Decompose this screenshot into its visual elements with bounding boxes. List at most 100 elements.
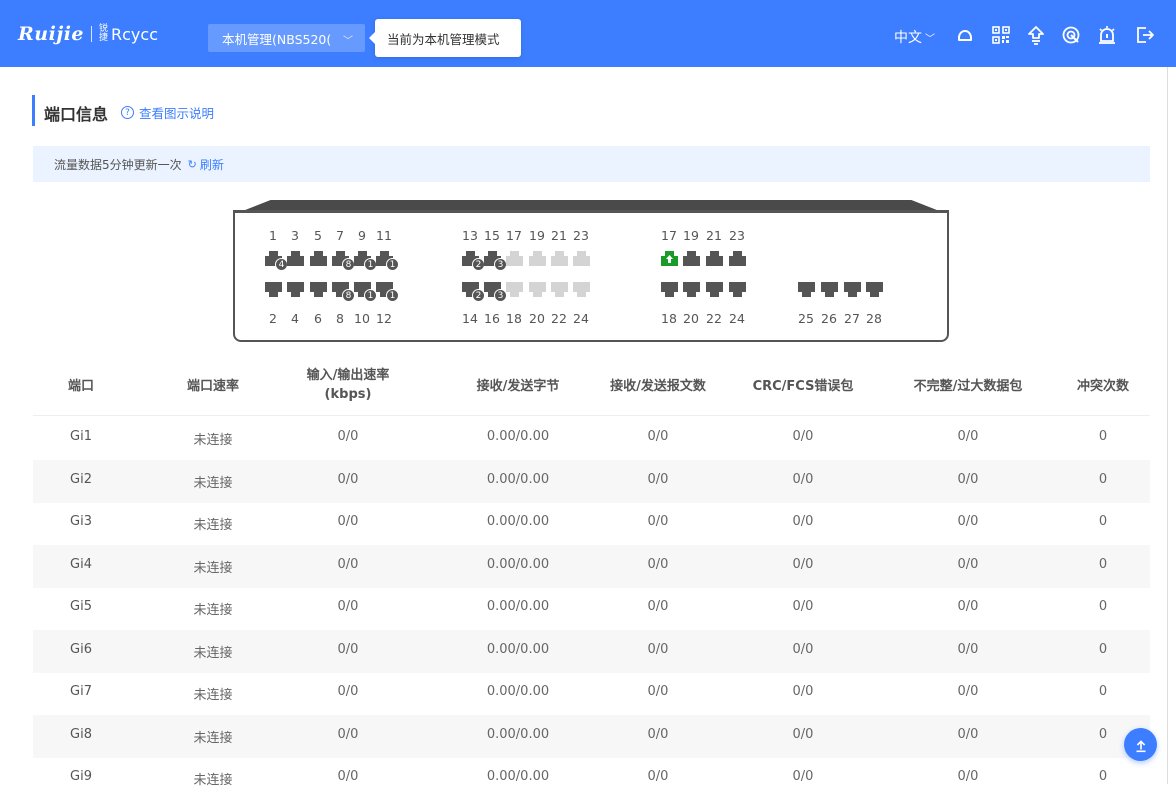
column-header-crc: CRC/FCS错误包 <box>752 379 854 394</box>
switch-port[interactable] <box>528 250 547 267</box>
switch-port[interactable] <box>728 250 747 267</box>
cell-rate: 0/0 <box>337 769 359 784</box>
cell-port: Gi1 <box>70 429 92 444</box>
cell-crc: 0/0 <box>792 429 814 444</box>
switch-port[interactable] <box>705 281 724 298</box>
cell-crc: 0/0 <box>792 641 814 657</box>
logo: Ruijie 锐捷 Rcycc <box>18 22 158 46</box>
cell-bytes: 0.00/0.00 <box>486 641 550 657</box>
cell-packets: 0/0 <box>647 599 669 614</box>
port-label-bottom: 20 <box>529 311 545 326</box>
cell-packets: 0/0 <box>647 726 669 742</box>
cell-oversize: 0/0 <box>957 556 979 572</box>
cell-crc: 0/0 <box>792 471 814 487</box>
cell-rate: 0/0 <box>337 726 359 742</box>
refresh-button[interactable]: ↻ 刷新 <box>188 156 224 173</box>
logout-icon[interactable] <box>1135 25 1155 45</box>
cell-collisions: 0 <box>1098 769 1108 784</box>
cell-rate: 0/0 <box>337 556 359 572</box>
table-row: Gi3 未连接 0/0 0.00/0.00 0/0 0/0 0/0 0 <box>33 502 1150 545</box>
switch-port[interactable] <box>309 281 328 298</box>
switch-port[interactable] <box>728 281 747 298</box>
switch-port[interactable] <box>682 281 701 298</box>
switch-port[interactable] <box>682 250 701 267</box>
cell-packets: 0/0 <box>647 471 669 487</box>
port-label-top: 9 <box>358 228 366 243</box>
cell-rate: 0/0 <box>337 599 359 614</box>
switch-port[interactable] <box>797 281 816 298</box>
cell-port: Gi9 <box>70 769 92 784</box>
mode-tooltip: 当前为本机管理模式 <box>369 19 521 57</box>
table-row: Gi5 未连接 0/0 0.00/0.00 0/0 0/0 0/0 0 <box>33 587 1150 630</box>
cell-port: Gi2 <box>70 471 92 487</box>
switch-port[interactable] <box>865 281 884 298</box>
cell-rate: 0/0 <box>337 429 359 444</box>
top-header: Ruijie 锐捷 Rcycc 本机管理(NBS520( ﹀ 当前为本机管理模式… <box>0 0 1176 67</box>
cell-speed: 未连接 <box>193 475 233 491</box>
back-to-top-button[interactable] <box>1124 728 1157 761</box>
chevron-down-icon: ﹀ <box>925 34 935 45</box>
cell-speed: 未连接 <box>193 730 233 746</box>
cell-collisions: 0 <box>1098 429 1108 444</box>
cell-oversize: 0/0 <box>957 684 979 699</box>
cell-collisions: 0 <box>1098 684 1108 699</box>
language-select[interactable]: 中文 ﹀ <box>894 27 935 47</box>
qrcode-icon[interactable] <box>991 25 1011 45</box>
switch-port[interactable] <box>264 281 283 298</box>
port-badge: 1 <box>386 289 399 302</box>
cell-speed: 未连接 <box>193 560 233 576</box>
port-label-top: 19 <box>529 228 545 243</box>
switch-port[interactable] <box>286 281 305 298</box>
sub-brand-mark: 锐捷 <box>99 24 109 43</box>
switch-port[interactable] <box>572 250 591 267</box>
port-label-bottom: 18 <box>506 311 522 326</box>
cell-speed: 未连接 <box>193 433 233 448</box>
scrollbar-track[interactable] <box>1167 67 1168 784</box>
switch-port[interactable] <box>505 281 524 298</box>
network-icon[interactable] <box>1026 25 1046 45</box>
management-mode-select[interactable]: 本机管理(NBS520( ﹀ <box>208 24 365 52</box>
switch-port[interactable] <box>550 250 569 267</box>
notice-text: 流量数据5分钟更新一次 <box>54 157 182 172</box>
column-header-rate: 输入/输出速率 (kbps) <box>283 366 413 404</box>
alert-icon[interactable] <box>1097 25 1117 45</box>
cell-packets: 0/0 <box>647 641 669 657</box>
switch-port[interactable] <box>528 281 547 298</box>
cloud-icon[interactable] <box>955 25 975 45</box>
switch-port[interactable] <box>286 250 305 267</box>
port-label-bottom: 2 <box>269 311 277 326</box>
port-label-top: 23 <box>729 228 745 243</box>
switch-port[interactable] <box>660 281 679 298</box>
wireless-icon[interactable] <box>1061 25 1081 45</box>
port-label-top: 7 <box>336 228 344 243</box>
port-label-top: 17 <box>661 228 677 243</box>
port-label-bottom: 12 <box>376 311 392 326</box>
table-row: Gi2 未连接 0/0 0.00/0.00 0/0 0/0 0/0 0 <box>33 459 1150 503</box>
help-link-label: 查看图示说明 <box>139 106 215 121</box>
switch-port[interactable] <box>572 281 591 298</box>
table-row: Gi7 未连接 0/0 0.00/0.00 0/0 0/0 0/0 0 <box>33 672 1150 715</box>
switch-port[interactable] <box>705 250 724 267</box>
cell-collisions: 0 <box>1098 599 1108 614</box>
port-label-top: 13 <box>462 228 478 243</box>
logo-divider <box>91 26 93 42</box>
sub-brand-text: Rcycc <box>111 24 158 44</box>
column-header-rate-unit: (kbps) <box>324 387 372 402</box>
cell-speed: 未连接 <box>193 603 233 618</box>
table-row: Gi6 未连接 0/0 0.00/0.00 0/0 0/0 0/0 0 <box>33 629 1150 673</box>
port-label-bottom: 8 <box>336 311 344 326</box>
column-header-speed: 端口速率 <box>186 379 239 394</box>
port-label-top: 21 <box>551 228 567 243</box>
switch-port[interactable] <box>505 250 524 267</box>
cell-bytes: 0.00/0.00 <box>486 726 550 742</box>
switch-port[interactable] <box>820 281 839 298</box>
switch-port[interactable] <box>309 250 328 267</box>
help-link[interactable]: ? 查看图示说明 <box>121 103 214 122</box>
port-label-bottom: 27 <box>844 311 860 326</box>
switch-port-up[interactable] <box>660 250 679 267</box>
port-label-bottom: 25 <box>798 311 814 326</box>
switch-port[interactable] <box>843 281 862 298</box>
cell-crc: 0/0 <box>792 684 814 699</box>
switch-port[interactable] <box>550 281 569 298</box>
cell-collisions: 0 <box>1098 556 1108 572</box>
